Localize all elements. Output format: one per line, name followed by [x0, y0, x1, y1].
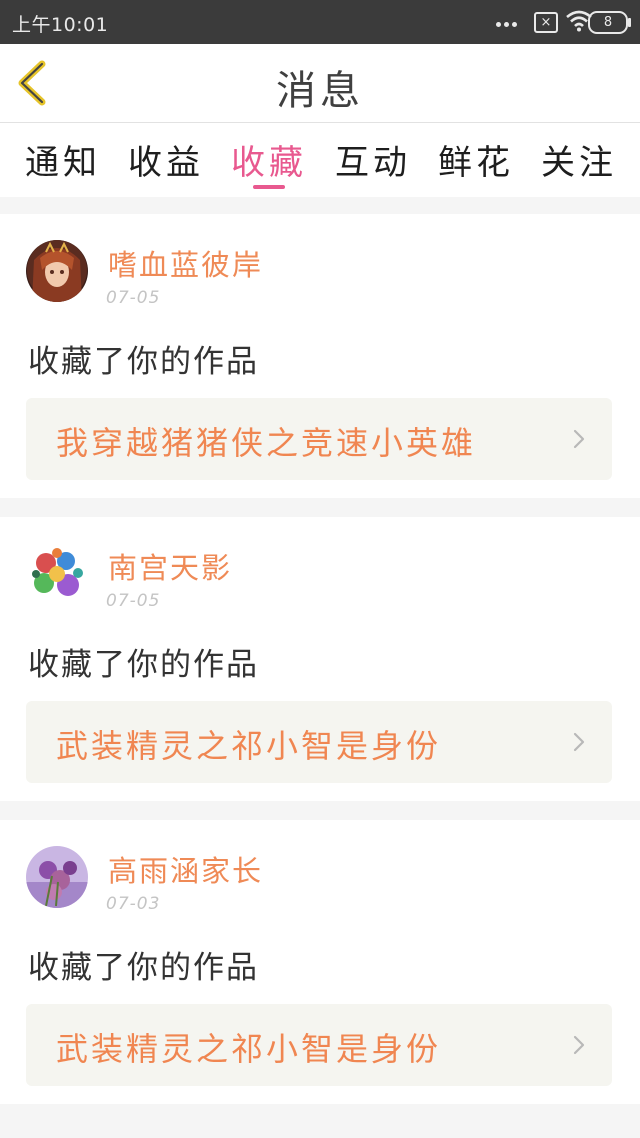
- tab-indicator: [253, 185, 285, 189]
- message-date: 07-05: [106, 288, 161, 308]
- tab-flowers[interactable]: 鲜花: [423, 135, 529, 184]
- work-link[interactable]: 我穿越猪猪侠之竞速小英雄: [26, 398, 612, 480]
- chevron-right-icon: [573, 429, 585, 449]
- avatar[interactable]: [26, 846, 88, 908]
- tab-favorites[interactable]: 收藏: [216, 135, 322, 184]
- chevron-right-icon: [573, 732, 585, 752]
- message-card: 南宫天影 07-05 收藏了你的作品 武装精灵之祁小智是身份: [0, 517, 640, 801]
- sim-icon: ×: [534, 12, 558, 33]
- more-dots-icon: [496, 13, 520, 31]
- status-bar: 上午10:01 × 8: [0, 0, 640, 44]
- chevron-right-icon: [573, 1035, 585, 1055]
- action-text: 收藏了你的作品: [28, 344, 259, 380]
- status-time: 上午10:01: [12, 14, 109, 36]
- username[interactable]: 高雨涵家长: [108, 848, 263, 890]
- tab-earnings[interactable]: 收益: [113, 135, 219, 184]
- work-title: 武装精灵之祁小智是身份: [56, 727, 442, 765]
- work-link[interactable]: 武装精灵之祁小智是身份: [26, 1004, 612, 1086]
- action-text: 收藏了你的作品: [28, 647, 259, 683]
- message-date: 07-03: [106, 894, 161, 914]
- message-card: 高雨涵家长 07-03 收藏了你的作品 武装精灵之祁小智是身份: [0, 820, 640, 1104]
- avatar[interactable]: [26, 543, 88, 605]
- username[interactable]: 南宫天影: [108, 545, 232, 587]
- work-link[interactable]: 武装精灵之祁小智是身份: [26, 701, 612, 783]
- work-title: 我穿越猪猪侠之竞速小英雄: [56, 424, 477, 462]
- tab-follows[interactable]: 关注: [526, 135, 632, 184]
- page-title: 消息: [276, 68, 364, 114]
- work-title: 武装精灵之祁小智是身份: [56, 1030, 442, 1068]
- tab-notifications[interactable]: 通知: [10, 135, 116, 184]
- avatar[interactable]: [26, 240, 88, 302]
- message-date: 07-05: [106, 591, 161, 611]
- tab-interactions[interactable]: 互动: [320, 135, 426, 184]
- username[interactable]: 嗜血蓝彼岸: [108, 242, 263, 284]
- action-text: 收藏了你的作品: [28, 950, 259, 986]
- message-card: 嗜血蓝彼岸 07-05 收藏了你的作品 我穿越猪猪侠之竞速小英雄: [0, 214, 640, 498]
- nav-bar: 消息: [0, 44, 640, 123]
- tab-bar: 通知 收益 收藏 互动 鲜花 关注: [0, 123, 640, 197]
- battery-icon: 8: [588, 11, 631, 34]
